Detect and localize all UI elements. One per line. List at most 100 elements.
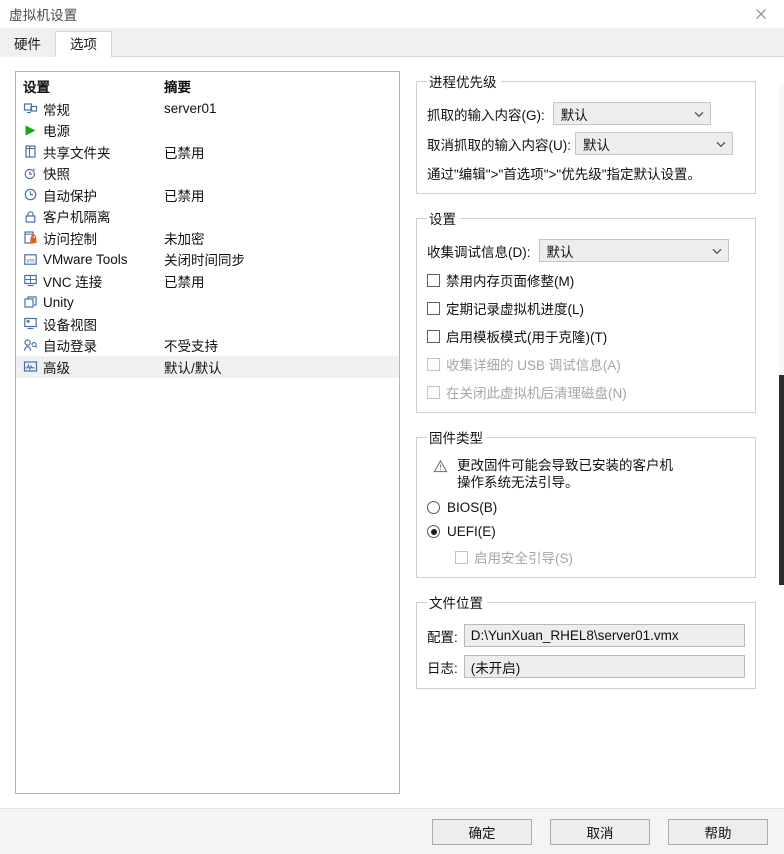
list-item-label-wrap: 共享文件夹 bbox=[16, 142, 164, 162]
checkbox-usb-debug-info: 收集详细的 USB 调试信息(A) bbox=[427, 354, 745, 374]
list-item-summary: 已禁用 bbox=[164, 274, 205, 290]
tab-hardware[interactable]: 硬件 bbox=[0, 32, 55, 57]
group-file-location: 文件位置 配置: D:\YunXuan_RHEL8\server01.vmx 日… bbox=[416, 592, 756, 689]
list-item-vnc[interactable]: VNC 连接 已禁用 bbox=[16, 270, 399, 292]
auto-login-icon bbox=[23, 338, 38, 353]
group-file-location-legend: 文件位置 bbox=[429, 596, 483, 611]
access-lock-icon bbox=[23, 230, 38, 245]
edge-scrollbar-thumb[interactable] bbox=[779, 375, 784, 585]
list-item-text: 高级 bbox=[43, 360, 70, 376]
dialog-content: 设置 摘要 常规 server01 电源 共享文件夹 已禁用 快照 自动保护 已… bbox=[0, 57, 784, 809]
list-item-text: 客户机隔离 bbox=[43, 210, 111, 226]
list-item-label-wrap: 常规 bbox=[16, 99, 164, 119]
tab-options[interactable]: 选项 bbox=[55, 31, 112, 57]
vmware-tools-icon: vm bbox=[23, 252, 38, 267]
list-item-label-wrap: 设备视图 bbox=[16, 314, 164, 334]
list-item-advanced[interactable]: 高级 默认/默认 bbox=[16, 356, 399, 378]
chevron-down-icon bbox=[694, 111, 704, 117]
vnc-icon bbox=[23, 273, 38, 288]
list-item-vmware-tools[interactable]: vm VMware Tools 关闭时间同步 bbox=[16, 249, 399, 271]
options-pane: 进程优先级 抓取的输入内容(G): 默认 取消抓取的输入内容(U): 默认 通过… bbox=[416, 71, 756, 703]
log-path-field[interactable]: (未开启) bbox=[463, 655, 745, 678]
checkbox-label: 收集详细的 USB 调试信息(A) bbox=[446, 358, 621, 373]
power-play-icon bbox=[23, 123, 38, 138]
list-item-label-wrap: Unity bbox=[16, 295, 164, 310]
window-title: 虚拟机设置 bbox=[9, 8, 78, 23]
checkbox-clean-disk-on-shutdown: 在关闭此虚拟机后清理磁盘(N) bbox=[427, 382, 745, 402]
ungrab-input-value: 默认 bbox=[583, 137, 610, 153]
checkbox-disable-memory-trim[interactable]: 禁用内存页面修整(M) bbox=[427, 270, 745, 290]
list-item-snapshot[interactable]: 快照 bbox=[16, 163, 399, 185]
debug-info-value: 默认 bbox=[546, 244, 574, 260]
chevron-down-icon bbox=[716, 141, 726, 147]
group-firmware-type: 固件类型 更改固件可能会导致已安装的客户机 操作系统无法引导。 BIOS(B) bbox=[416, 427, 756, 578]
group-process-priority-legend: 进程优先级 bbox=[429, 75, 497, 90]
list-item-summary: 默认/默认 bbox=[164, 360, 222, 376]
ungrab-input-dropdown[interactable]: 默认 bbox=[575, 132, 733, 155]
help-button[interactable]: 帮助 bbox=[668, 818, 768, 845]
list-item-shared-folders[interactable]: 共享文件夹 已禁用 bbox=[16, 141, 399, 163]
list-item-summary: server01 bbox=[164, 101, 217, 117]
checkbox-log-vm-progress[interactable]: 定期记录虚拟机进度(L) bbox=[427, 298, 745, 318]
radio-bios[interactable]: BIOS(B) bbox=[427, 500, 745, 515]
checkbox-label: 启用模板模式(用于克隆)(T) bbox=[446, 330, 608, 345]
snapshot-icon bbox=[23, 166, 38, 181]
config-path-field[interactable]: D:\YunXuan_RHEL8\server01.vmx bbox=[463, 624, 745, 647]
checkbox-box-icon bbox=[427, 301, 440, 315]
checkbox-box-icon bbox=[427, 357, 440, 371]
list-item-label-wrap: 快照 bbox=[16, 163, 164, 183]
radio-label: BIOS(B) bbox=[447, 500, 498, 515]
device-view-icon bbox=[23, 316, 38, 331]
ungrab-input-row: 取消抓取的输入内容(U): 默认 bbox=[427, 132, 745, 155]
list-item-unity[interactable]: Unity bbox=[16, 292, 399, 314]
group-settings: 设置 收集调试信息(D): 默认 禁用内存页面修整(M) 定期记录虚拟机进度(L… bbox=[416, 208, 756, 413]
list-item-summary: 未加密 bbox=[164, 231, 205, 247]
unity-icon bbox=[23, 295, 38, 310]
firmware-warning-line1: 更改固件可能会导致已安装的客户机 bbox=[457, 458, 673, 473]
list-item-general[interactable]: 常规 server01 bbox=[16, 98, 399, 120]
checkbox-label: 定期记录虚拟机进度(L) bbox=[446, 302, 584, 317]
debug-info-label: 收集调试信息(D): bbox=[427, 244, 531, 260]
config-path-row: 配置: D:\YunXuan_RHEL8\server01.vmx bbox=[427, 624, 745, 647]
list-item-text: 设备视图 bbox=[43, 317, 97, 333]
cancel-button[interactable]: 取消 bbox=[550, 818, 650, 845]
ok-button[interactable]: 确定 bbox=[432, 818, 532, 845]
firmware-warning-text: 更改固件可能会导致已安装的客户机 操作系统无法引导。 bbox=[457, 457, 673, 491]
radio-label: UEFI(E) bbox=[447, 524, 496, 539]
firmware-warning-line2: 操作系统无法引导。 bbox=[457, 475, 579, 490]
list-item-text: 共享文件夹 bbox=[43, 145, 111, 161]
checkbox-box-icon bbox=[455, 550, 468, 564]
list-item-label-wrap: vm VMware Tools bbox=[16, 252, 164, 267]
list-item-label-wrap: 客户机隔离 bbox=[16, 206, 164, 226]
list-item-text: 快照 bbox=[43, 167, 70, 183]
radio-button-icon bbox=[427, 501, 440, 514]
checkbox-template-mode[interactable]: 启用模板模式(用于克隆)(T) bbox=[427, 326, 745, 346]
list-item-text: 访问控制 bbox=[43, 231, 97, 247]
settings-list[interactable]: 设置 摘要 常规 server01 电源 共享文件夹 已禁用 快照 自动保护 已… bbox=[15, 71, 400, 794]
list-item-text: 自动登录 bbox=[43, 339, 97, 355]
close-button[interactable] bbox=[738, 0, 784, 28]
list-item-auto-login[interactable]: 自动登录 不受支持 bbox=[16, 335, 399, 357]
list-item-text: 自动保护 bbox=[43, 188, 97, 204]
grab-input-label: 抓取的输入内容(G): bbox=[427, 107, 545, 123]
radio-uefi[interactable]: UEFI(E) bbox=[427, 524, 745, 539]
list-item-summary: 已禁用 bbox=[164, 188, 205, 204]
list-item-text: Unity bbox=[43, 294, 74, 310]
list-item-autoprotect[interactable]: 自动保护 已禁用 bbox=[16, 184, 399, 206]
tab-strip: 硬件 选项 bbox=[0, 28, 784, 57]
list-item-device-view[interactable]: 设备视图 bbox=[16, 313, 399, 335]
warning-triangle-icon bbox=[433, 459, 448, 473]
group-settings-legend: 设置 bbox=[429, 212, 456, 227]
list-item-guest-isolation[interactable]: 客户机隔离 bbox=[16, 206, 399, 228]
list-item-summary: 不受支持 bbox=[164, 339, 218, 355]
list-item-text: VMware Tools bbox=[43, 251, 128, 267]
dialog-footer: 确定 取消 帮助 bbox=[0, 808, 784, 854]
debug-info-dropdown[interactable]: 默认 bbox=[538, 239, 729, 262]
list-item-power[interactable]: 电源 bbox=[16, 120, 399, 142]
clock-icon bbox=[23, 187, 38, 202]
ungrab-input-label: 取消抓取的输入内容(U): bbox=[427, 137, 571, 153]
list-item-access-control[interactable]: 访问控制 未加密 bbox=[16, 227, 399, 249]
list-item-label-wrap: VNC 连接 bbox=[16, 271, 164, 291]
grab-input-dropdown[interactable]: 默认 bbox=[552, 102, 711, 125]
list-item-text: VNC 连接 bbox=[43, 274, 103, 290]
